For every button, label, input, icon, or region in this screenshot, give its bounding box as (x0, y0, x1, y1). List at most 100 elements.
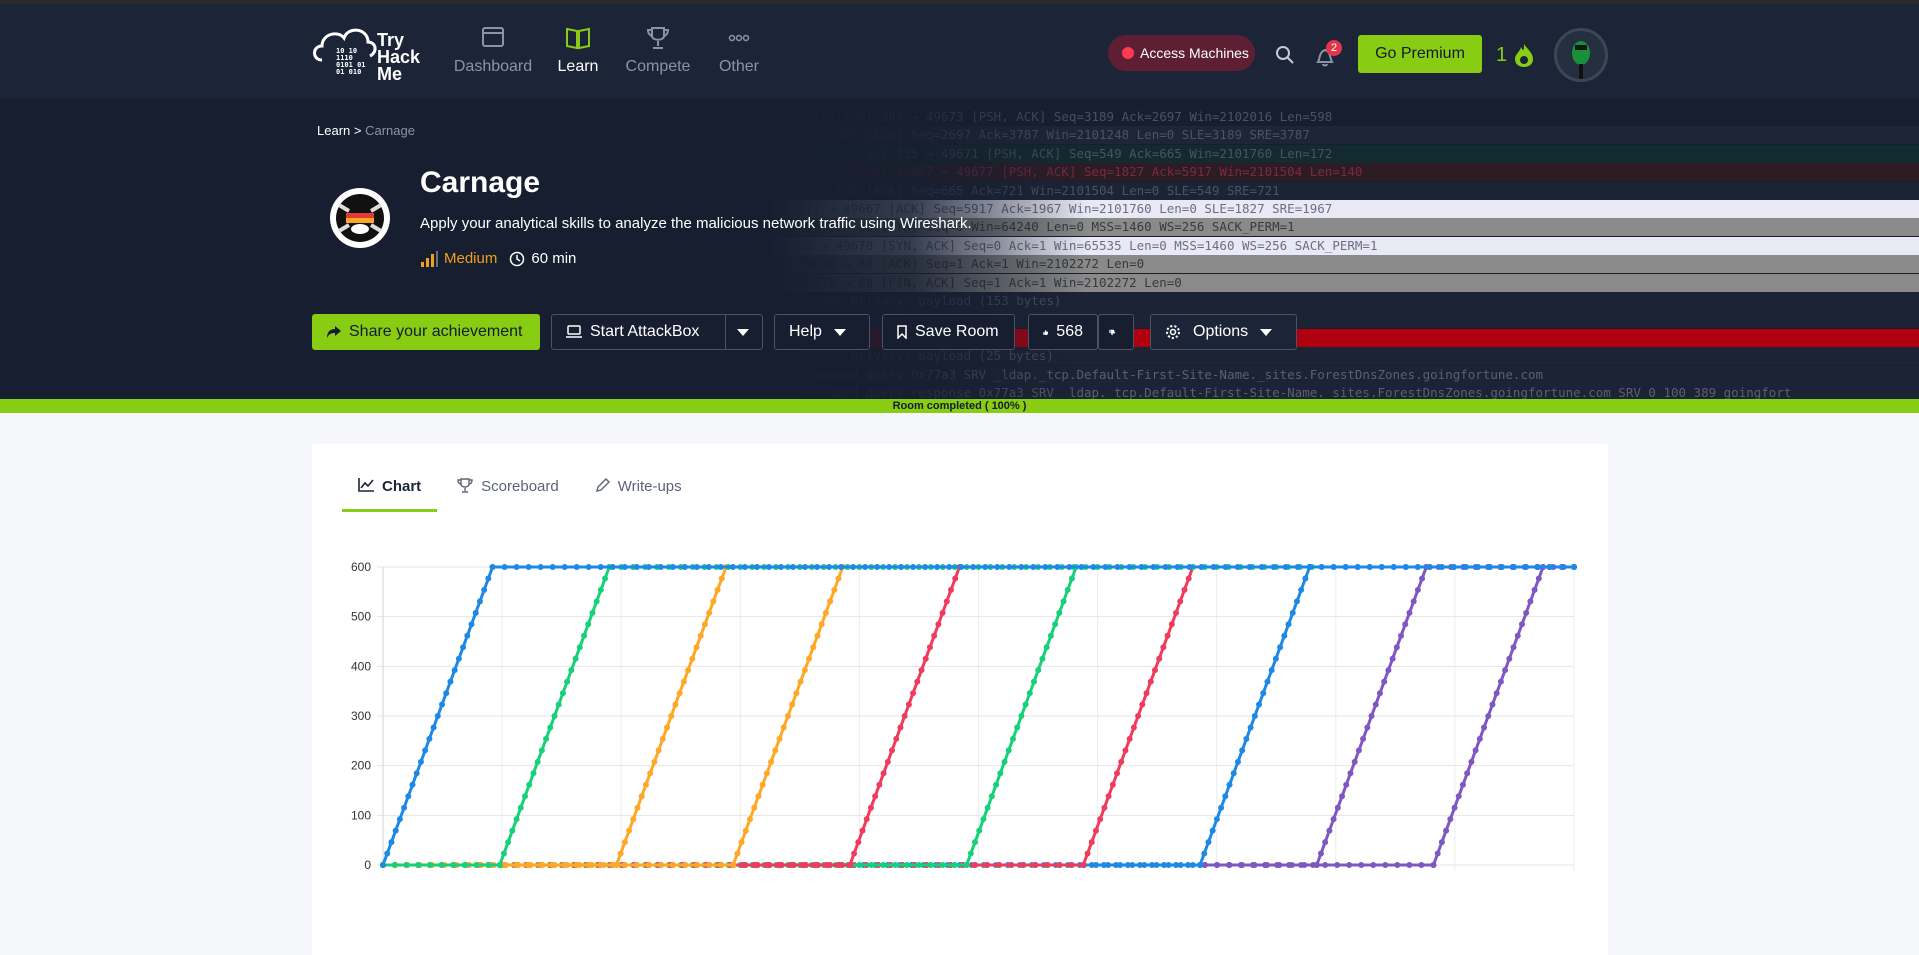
chevron-down-icon (833, 328, 846, 336)
data-point (846, 862, 853, 868)
data-point (1535, 575, 1542, 582)
data-point (1394, 862, 1401, 868)
data-point (1007, 862, 1014, 868)
tab-scoreboard[interactable]: Scoreboard (441, 472, 575, 512)
data-point (1493, 690, 1500, 697)
tryhackme-logo[interactable]: 10 10 1110 0101 01 01 010 Try Hack Me (310, 18, 430, 88)
breadcrumb-learn[interactable]: Learn (317, 123, 350, 138)
share-achievement-button[interactable]: Share your achievement (312, 314, 540, 350)
data-point (984, 804, 991, 811)
data-point (943, 598, 950, 605)
tab-chart[interactable]: Chart (342, 472, 438, 512)
start-attackbox-button[interactable]: Start AttackBox (551, 314, 763, 350)
data-point (859, 827, 866, 834)
data-point (1251, 713, 1258, 719)
data-point (1418, 862, 1425, 868)
data-point (834, 862, 841, 868)
data-point (1502, 667, 1509, 674)
data-point (880, 770, 887, 777)
data-point (706, 609, 713, 616)
tab-write-ups[interactable]: Write-ups (579, 472, 698, 512)
data-point (1451, 804, 1458, 811)
data-point (1246, 564, 1253, 570)
data-point (526, 781, 533, 788)
options-button[interactable]: Options (1150, 314, 1297, 350)
data-point (1402, 564, 1409, 570)
search-icon[interactable] (1275, 45, 1295, 65)
data-point (439, 701, 446, 708)
save-room-button[interactable]: Save Room (882, 314, 1015, 350)
nav-learn-label: Learn (557, 58, 599, 75)
data-point (1222, 564, 1229, 570)
data-point (585, 621, 592, 628)
data-point (1006, 564, 1013, 570)
data-point (1031, 678, 1038, 685)
data-point (1531, 586, 1538, 593)
go-premium-button[interactable]: Go Premium (1358, 35, 1482, 73)
data-point (1360, 735, 1367, 742)
data-point (1186, 564, 1193, 570)
data-point (1197, 862, 1204, 868)
data-point (806, 655, 813, 662)
data-point (1263, 862, 1270, 868)
nav-learn[interactable]: Learn (553, 24, 603, 84)
room-progress-bar: Room completed ( 100% ) (0, 399, 1919, 413)
data-point (1260, 690, 1267, 697)
data-point (1126, 735, 1133, 742)
attackbox-dropdown-icon[interactable] (737, 329, 749, 336)
data-point (1239, 862, 1246, 868)
data-point (952, 575, 959, 582)
data-point (1247, 724, 1254, 731)
data-point (1068, 862, 1075, 868)
data-point (922, 655, 929, 662)
dislike-button[interactable] (1098, 314, 1134, 350)
data-point (461, 862, 468, 868)
data-point (1234, 758, 1241, 765)
data-point (814, 632, 821, 639)
data-point (589, 609, 596, 616)
nav-dashboard[interactable]: Dashboard (453, 24, 533, 84)
access-machines-button[interactable]: Access Machines (1108, 35, 1255, 71)
data-point (515, 862, 522, 868)
data-point (1317, 850, 1324, 857)
data-point (1434, 850, 1441, 857)
data-point (741, 564, 748, 570)
data-point (904, 862, 911, 868)
data-point (1372, 701, 1379, 708)
user-avatar[interactable] (1554, 28, 1608, 82)
data-point (918, 667, 925, 674)
data-point (1019, 862, 1026, 868)
data-point (776, 735, 783, 742)
trophy-icon (457, 478, 473, 493)
data-point (1147, 678, 1154, 685)
data-point (1097, 816, 1104, 823)
data-point (1009, 735, 1016, 742)
data-point (1414, 586, 1421, 593)
data-point (564, 678, 571, 685)
data-point (489, 564, 496, 570)
share-icon (327, 326, 341, 338)
data-point (1102, 564, 1109, 570)
nav-other[interactable]: Other (713, 24, 765, 84)
data-point (1177, 598, 1184, 605)
data-point (922, 564, 929, 570)
data-point (1486, 564, 1493, 570)
data-point (946, 564, 953, 570)
data-point (1124, 862, 1131, 868)
help-button[interactable]: Help (774, 314, 870, 350)
data-point (657, 862, 664, 868)
data-point (681, 564, 688, 570)
data-point (1044, 862, 1051, 868)
data-point (1148, 862, 1155, 868)
data-point (1001, 758, 1008, 765)
data-point (655, 747, 662, 754)
data-point (765, 564, 772, 570)
data-point (576, 644, 583, 651)
nav-compete[interactable]: Compete (623, 24, 693, 84)
data-point (434, 713, 441, 719)
data-point (1378, 564, 1385, 570)
data-point (1109, 781, 1116, 788)
like-button[interactable]: 568 (1028, 314, 1098, 350)
data-point (1118, 758, 1125, 765)
data-point (633, 564, 640, 570)
